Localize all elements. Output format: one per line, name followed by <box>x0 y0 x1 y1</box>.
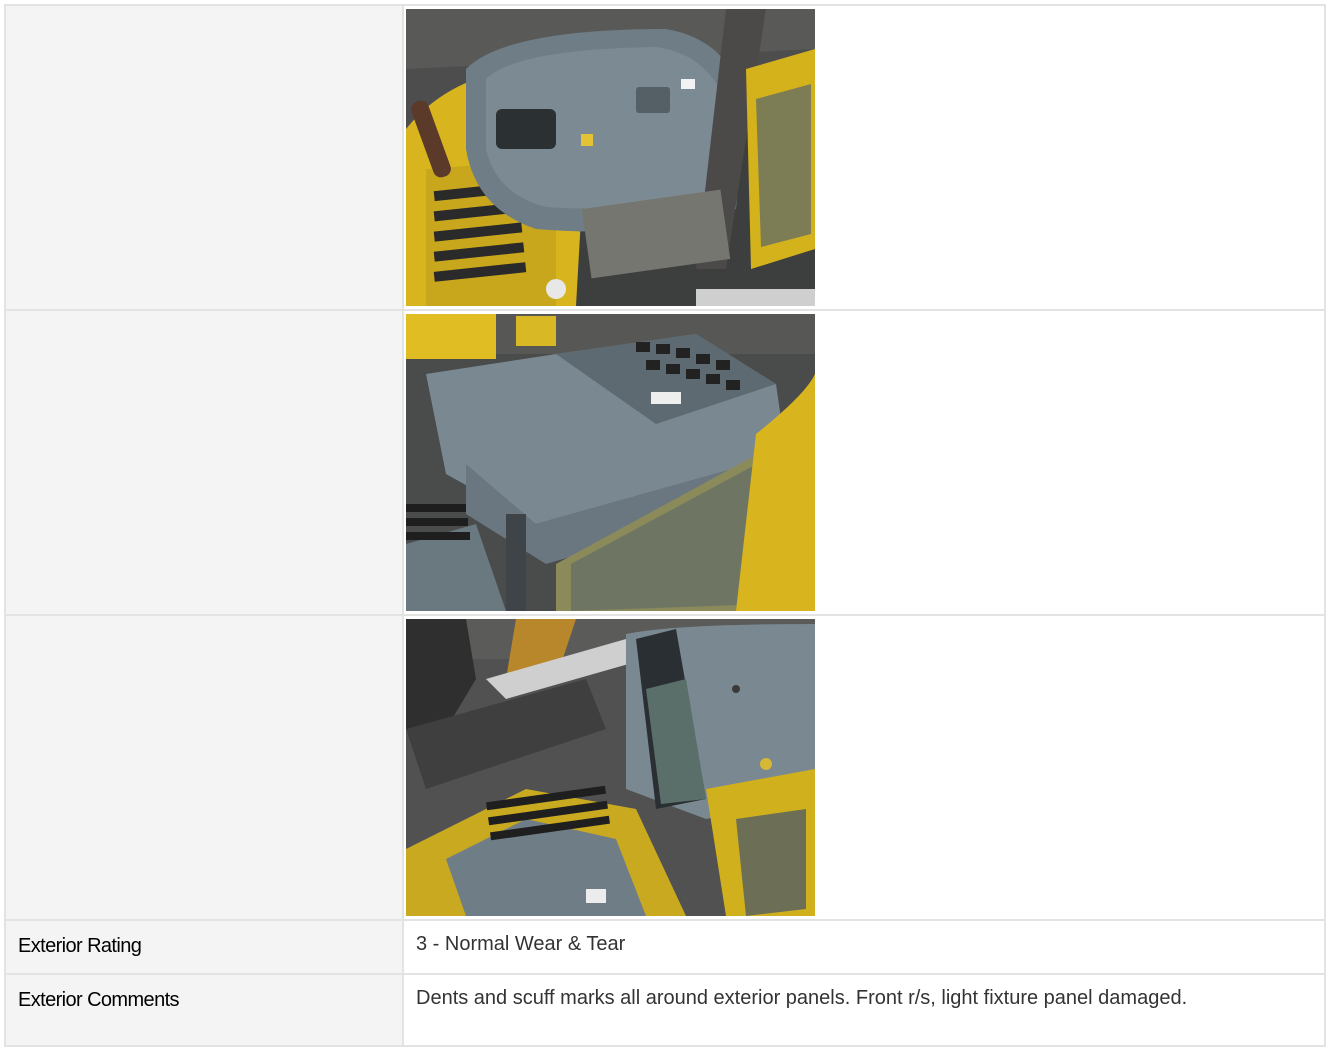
excavator-engine-hood-photo[interactable] <box>406 9 815 306</box>
photo-label-cell <box>4 309 404 616</box>
photo-label-cell <box>4 4 404 311</box>
exterior-comments-row: Exterior Comments Dents and scuff marks … <box>4 973 1326 1047</box>
photo-value-cell <box>402 4 1326 311</box>
excavator-cab-side-photo[interactable] <box>406 619 815 916</box>
photo-row-3 <box>4 614 1326 921</box>
exterior-rating-label: Exterior Rating <box>4 919 404 975</box>
photo-row-1 <box>4 4 1326 311</box>
inspection-report-table: Exterior Rating 3 - Normal Wear & Tear E… <box>4 4 1326 1047</box>
photo-row-2 <box>4 309 1326 616</box>
exterior-rating-value: 3 - Normal Wear & Tear <box>402 919 1326 975</box>
exterior-comments-value: Dents and scuff marks all around exterio… <box>402 973 1326 1047</box>
photo-label-cell <box>4 614 404 921</box>
exterior-rating-row: Exterior Rating 3 - Normal Wear & Tear <box>4 919 1326 975</box>
excavator-cab-roof-photo[interactable] <box>406 314 815 611</box>
photo-value-cell <box>402 309 1326 616</box>
exterior-comments-label: Exterior Comments <box>4 973 404 1047</box>
photo-value-cell <box>402 614 1326 921</box>
